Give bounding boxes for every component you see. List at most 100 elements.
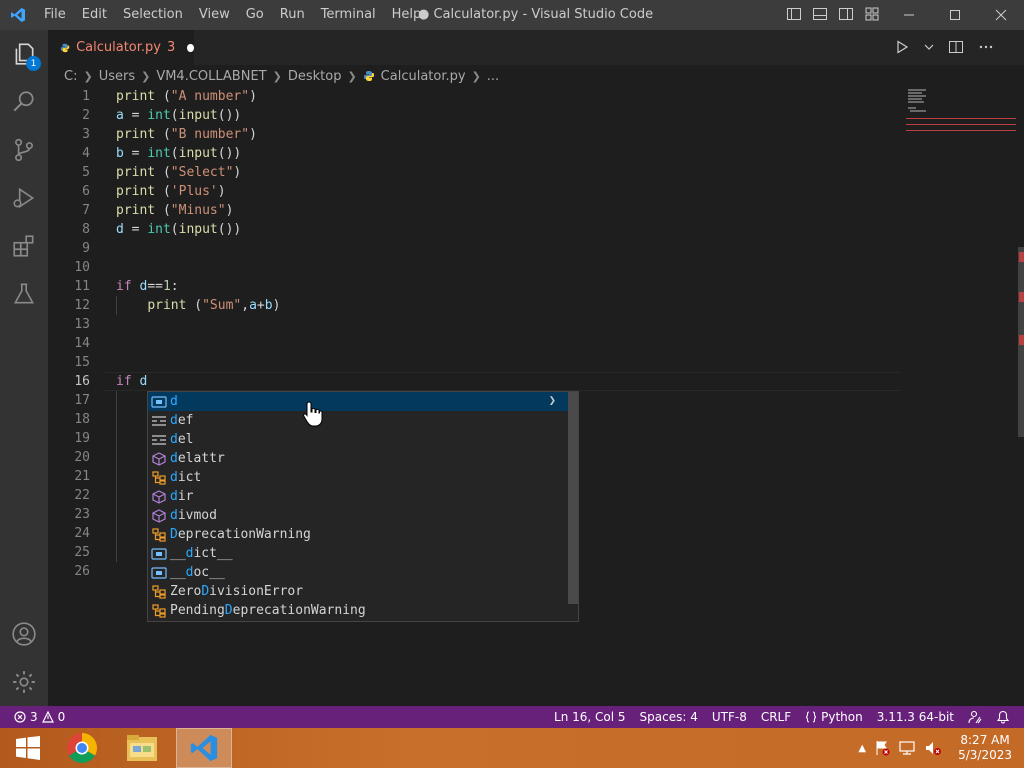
unsaved-dot-icon[interactable] xyxy=(187,43,194,52)
extensions-button[interactable] xyxy=(0,222,48,270)
code-line: 16 if d xyxy=(48,372,908,391)
window-title: ● Calculator.py - Visual Studio Code xyxy=(418,7,654,22)
menu-edit[interactable]: Edit xyxy=(74,0,115,30)
suggestion-item[interactable]: __dict__ xyxy=(148,544,568,563)
search-icon xyxy=(13,91,34,112)
breadcrumb-desktop[interactable]: Desktop xyxy=(288,69,342,84)
customize-layout-icon[interactable] xyxy=(864,6,880,22)
minimize-button[interactable] xyxy=(886,0,932,30)
breadcrumb-user-folder[interactable]: VM4.COLLABNET xyxy=(156,69,266,84)
status-bar: 3 0 Ln 16, Col 5 Spaces: 4 UTF-8 CRLF Py… xyxy=(0,706,1024,728)
suggestion-item[interactable]: ZeroDivisionError xyxy=(148,582,568,601)
action-center-flag-icon[interactable] xyxy=(874,740,890,756)
vscode-taskbar-button[interactable] xyxy=(176,728,232,768)
line-number: 13 xyxy=(74,317,90,332)
line-number: 25 xyxy=(74,545,90,560)
suggestion-item[interactable]: divmod xyxy=(148,506,568,525)
language-mode[interactable]: Python xyxy=(805,710,863,724)
suggestion-item[interactable]: DeprecationWarning xyxy=(148,525,568,544)
volume-muted-icon[interactable] xyxy=(924,740,942,756)
suggestion-item[interactable]: PendingDeprecationWarning xyxy=(148,601,568,620)
line-number: 9 xyxy=(82,241,90,256)
suggestion-item[interactable]: delattr xyxy=(148,449,568,468)
network-icon[interactable] xyxy=(898,740,916,756)
code-line: 5 print ("Select") xyxy=(48,163,908,182)
run-debug-icon xyxy=(13,187,35,209)
suggestion-item[interactable]: dict xyxy=(148,468,568,487)
search-button[interactable] xyxy=(0,78,48,126)
split-editor-icon[interactable] xyxy=(948,39,964,55)
indentation-setting[interactable]: Spaces: 4 xyxy=(640,710,698,724)
run-debug-button[interactable] xyxy=(0,174,48,222)
toggle-panel-icon[interactable] xyxy=(812,6,828,22)
code-line: 1 print ("A number") xyxy=(48,87,908,106)
tab-problem-count: 3 xyxy=(167,40,176,55)
accounts-button[interactable] xyxy=(0,610,48,658)
toggle-primary-sidebar-icon[interactable] xyxy=(786,6,802,22)
layout-controls xyxy=(786,6,880,22)
breadcrumb-symbol[interactable]: ... xyxy=(487,69,499,84)
variable-icon xyxy=(151,566,167,579)
chevron-right-icon[interactable]: ❯ xyxy=(549,393,556,407)
vscode-logo-icon xyxy=(190,734,218,762)
run-python-file-icon[interactable] xyxy=(894,39,910,55)
chevron-up-icon[interactable]: ▲ xyxy=(858,743,866,754)
feedback-icon[interactable] xyxy=(968,710,982,724)
variable-icon xyxy=(151,395,167,408)
suggestion-scrollbar[interactable] xyxy=(568,392,578,604)
problems-indicator[interactable]: 3 0 xyxy=(14,706,65,728)
class-icon xyxy=(152,584,166,599)
notifications-bell-icon[interactable] xyxy=(996,710,1010,724)
line-number: 17 xyxy=(74,393,90,408)
suggestion-item[interactable]: def xyxy=(148,411,568,430)
toggle-secondary-sidebar-icon[interactable] xyxy=(838,6,854,22)
language-label: Python xyxy=(821,710,863,724)
line-number: 26 xyxy=(74,564,90,579)
status-right: Ln 16, Col 5 Spaces: 4 UTF-8 CRLF Python… xyxy=(554,706,1010,728)
chevron-down-icon[interactable] xyxy=(924,39,934,55)
breadcrumb-drive[interactable]: C: xyxy=(64,69,77,84)
clock[interactable]: 8:27 AM 5/3/2023 xyxy=(958,733,1012,763)
suggestion-item[interactable]: __doc__ xyxy=(148,563,568,582)
minimap[interactable] xyxy=(906,87,1016,706)
warning-icon xyxy=(41,711,54,723)
manage-button[interactable] xyxy=(0,658,48,706)
chevron-right-icon: ❯ xyxy=(347,69,357,83)
line-number: 10 xyxy=(74,260,90,275)
suggestion-item[interactable]: d ❯ xyxy=(148,392,568,411)
file-encoding[interactable]: UTF-8 xyxy=(712,710,747,724)
breadcrumb-users[interactable]: Users xyxy=(99,69,135,84)
hand-pointer-icon xyxy=(303,401,323,427)
maximize-button[interactable] xyxy=(932,0,978,30)
line-ending[interactable]: CRLF xyxy=(761,710,791,724)
breadcrumb-file[interactable]: Calculator.py xyxy=(381,69,466,84)
testing-button[interactable] xyxy=(0,270,48,318)
menu-file[interactable]: File xyxy=(36,0,74,30)
title-bar: File Edit Selection View Go Run Terminal… xyxy=(0,0,1024,30)
line-number: 2 xyxy=(82,108,90,123)
menu-run[interactable]: Run xyxy=(272,0,313,30)
file-explorer-taskbar-button[interactable] xyxy=(114,728,170,768)
python-interpreter[interactable]: 3.11.3 64-bit xyxy=(877,710,954,724)
start-button[interactable] xyxy=(0,728,56,768)
menu-terminal[interactable]: Terminal xyxy=(313,0,384,30)
line-number: 5 xyxy=(82,165,90,180)
close-window-button[interactable] xyxy=(978,0,1024,30)
menu-view[interactable]: View xyxy=(191,0,238,30)
suggestion-item[interactable]: del xyxy=(148,430,568,449)
chevron-right-icon: ❯ xyxy=(471,69,481,83)
cursor-position[interactable]: Ln 16, Col 5 xyxy=(554,710,626,724)
chrome-taskbar-button[interactable] xyxy=(54,728,110,768)
windows-logo-icon xyxy=(16,736,40,760)
suggestion-item[interactable]: dir xyxy=(148,487,568,506)
line-number: 24 xyxy=(74,526,90,541)
more-actions-icon[interactable] xyxy=(978,39,994,55)
source-control-button[interactable] xyxy=(0,126,48,174)
chevron-right-icon: ❯ xyxy=(272,69,282,83)
explorer-button[interactable]: 1 xyxy=(0,30,48,78)
class-icon xyxy=(152,527,166,542)
tab-calculator-py[interactable]: Calculator.py 3 xyxy=(48,30,194,65)
menu-selection[interactable]: Selection xyxy=(115,0,191,30)
menu-go[interactable]: Go xyxy=(238,0,272,30)
class-icon xyxy=(152,470,166,485)
